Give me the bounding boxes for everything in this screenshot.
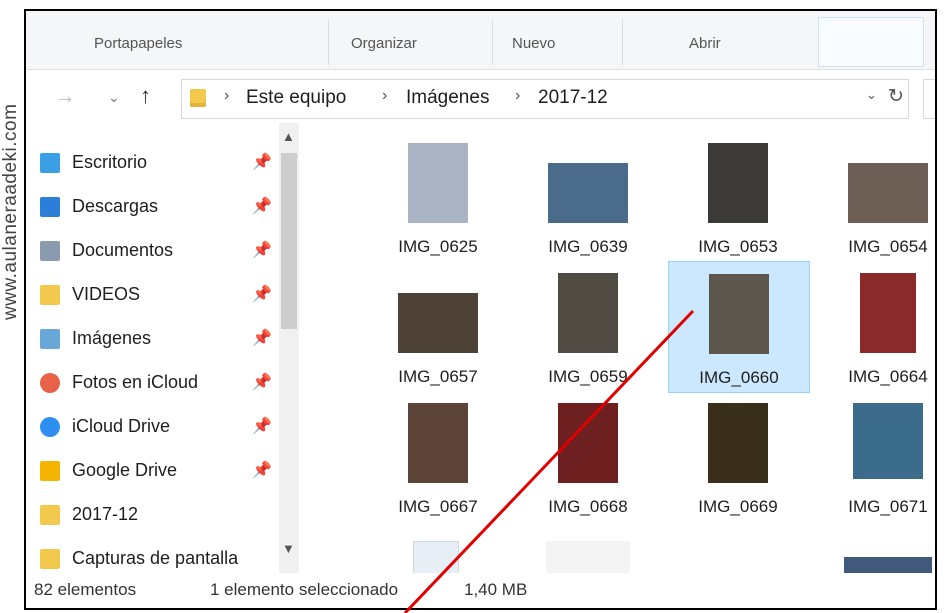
annotation-arrow-line	[403, 309, 695, 613]
